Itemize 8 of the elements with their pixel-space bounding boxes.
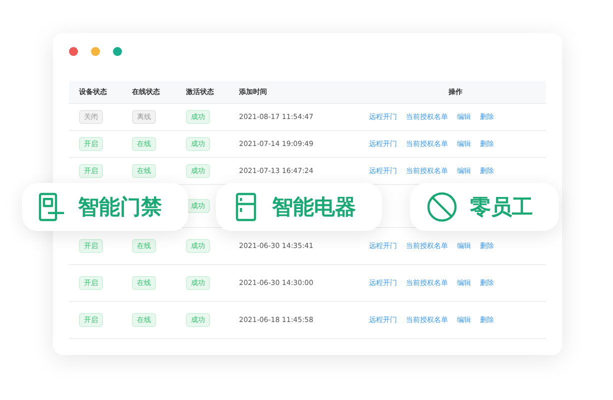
feature-label: 智能门禁	[78, 194, 162, 221]
feature-label: 零员工	[470, 194, 533, 221]
window-control-dot[interactable]	[91, 46, 100, 56]
feature-label: 智能电器	[272, 194, 356, 221]
prohibited-icon	[426, 191, 458, 223]
window-control-dot[interactable]	[69, 46, 78, 56]
window-control-dot[interactable]	[113, 46, 122, 56]
door-panel-icon	[38, 192, 66, 222]
